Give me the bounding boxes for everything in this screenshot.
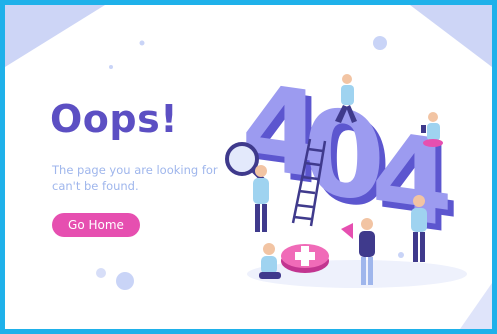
error-heading: Oops!: [50, 97, 179, 141]
first-aid-cross-icon: [281, 244, 329, 273]
go-home-button[interactable]: Go Home: [52, 213, 140, 237]
person-kneeling: [259, 243, 281, 279]
404-illustration: 4 4 0 0 4 4: [225, 59, 467, 288]
error-message: The page you are looking for can't be fo…: [52, 163, 218, 193]
page-frame: Oops! The page you are looking for can't…: [0, 0, 497, 334]
digit-four-right: 4: [371, 105, 453, 254]
